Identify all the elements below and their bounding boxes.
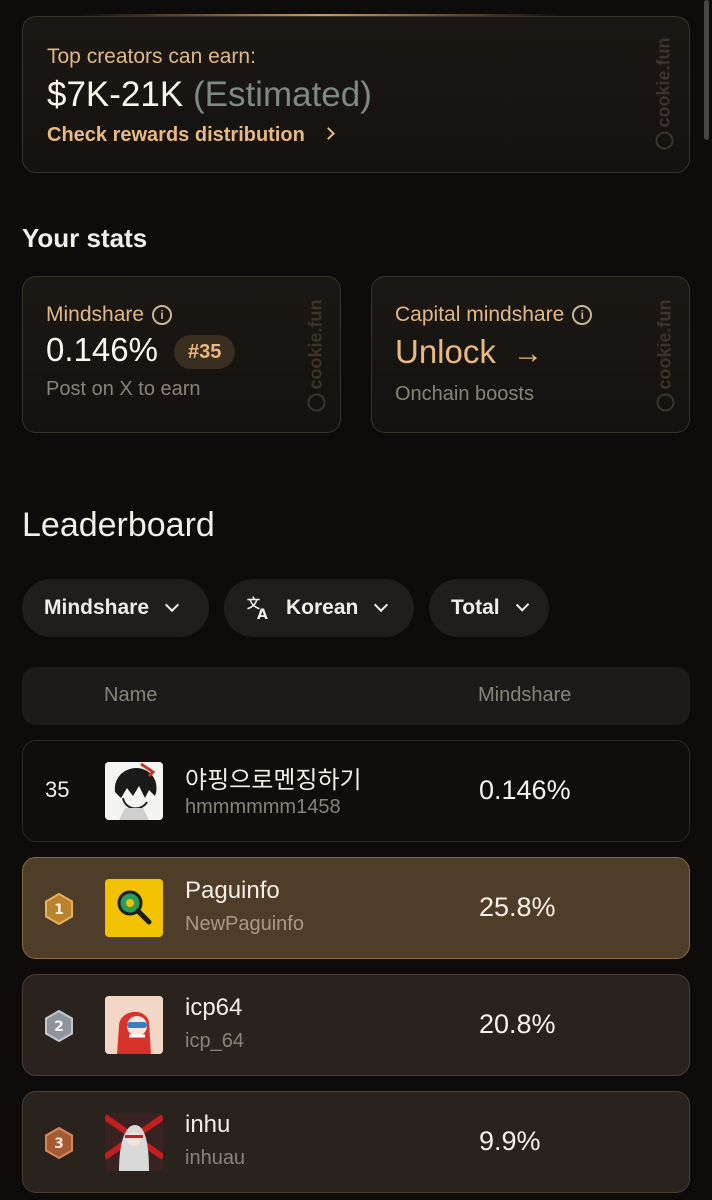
cookie-icon	[656, 393, 675, 412]
user-handle: icp_64	[185, 1030, 244, 1052]
capital-sub: Onchain boosts	[395, 383, 534, 405]
cookie-icon	[307, 393, 326, 412]
rank-badge: #35	[174, 335, 236, 369]
avatar[interactable]	[105, 879, 163, 937]
user-handle: hmmmmmm1458	[185, 796, 341, 818]
info-icon[interactable]: i	[572, 305, 593, 326]
magnifier-avatar-icon	[105, 879, 163, 937]
chevron-right-icon	[322, 127, 336, 141]
mindshare-value: 20.8%	[479, 1009, 556, 1039]
translate-icon: 文 A	[247, 596, 268, 621]
table-row[interactable]: 1 Paguinfo NewPaguinfo 25.8%	[22, 857, 690, 959]
table-row[interactable]: 2 icp64 icp_64 20.8%	[22, 974, 690, 1076]
stats-heading: Your stats	[22, 223, 148, 253]
rewards-link-label: Check rewards distribution	[47, 124, 305, 146]
rewards-amount-line: $7K-21K (Estimated)	[47, 75, 372, 115]
gold-medal-icon: 1	[45, 893, 73, 925]
metric-dropdown[interactable]: Mindshare	[22, 579, 209, 637]
watermark-text: cookie.fun	[654, 299, 675, 390]
column-mindshare[interactable]: Mindshare	[478, 684, 571, 707]
column-name[interactable]: Name	[104, 684, 157, 707]
capital-label-line: Capital mindshare i	[395, 303, 593, 327]
user-handle: NewPaguinfo	[185, 913, 304, 935]
table-row-current-user[interactable]: 35 야핑으로멘징하기 hmmmmmm1458 0.146%	[22, 740, 690, 842]
cookie-watermark: cookie.fun	[654, 299, 676, 412]
unlock-button[interactable]: Unlock →	[395, 333, 543, 371]
user-name: icp64	[185, 994, 243, 1021]
silver-medal-icon: 2	[45, 1010, 73, 1042]
cookie-icon	[655, 131, 674, 150]
mindshare-card: Mindshare i 0.146% #35 Post on X to earn …	[22, 276, 341, 433]
rank-number: 35	[45, 777, 70, 802]
rewards-distribution-link[interactable]: Check rewards distribution	[47, 124, 336, 147]
user-name: 야핑으로멘징하기	[185, 766, 362, 794]
mindshare-value: 0.146%	[46, 331, 158, 368]
rewards-label: Top creators can earn:	[47, 45, 256, 68]
user-handle: inhuau	[185, 1147, 246, 1169]
table-header: Name Mindshare	[22, 667, 690, 725]
cookie-watermark: cookie.fun	[653, 37, 675, 150]
rewards-estimated: (Estimated)	[192, 75, 372, 114]
user-name: inhu	[185, 1111, 231, 1138]
info-icon[interactable]: i	[152, 305, 173, 326]
chevron-down-icon	[374, 597, 389, 613]
scrollbar-thumb[interactable]	[704, 0, 709, 140]
anime-avatar-icon	[105, 1113, 163, 1171]
svg-text:2: 2	[54, 1019, 64, 1035]
mindshare-label-line: Mindshare i	[46, 303, 173, 327]
svg-text:3: 3	[54, 1136, 64, 1152]
language-dropdown[interactable]: 文 A Korean	[224, 579, 414, 637]
mindshare-value: 9.9%	[479, 1126, 541, 1156]
language-dropdown-label: Korean	[286, 596, 359, 619]
period-dropdown[interactable]: Total	[429, 579, 549, 637]
avatar[interactable]	[105, 762, 163, 820]
manga-avatar-icon	[105, 762, 163, 820]
table-row[interactable]: 3 inhu inhuau 9.9%	[22, 1091, 690, 1193]
cartoon-avatar-icon	[105, 996, 163, 1054]
capital-label: Capital mindshare	[395, 303, 565, 326]
period-dropdown-label: Total	[451, 596, 500, 619]
mindshare-label: Mindshare	[46, 303, 145, 326]
mindshare-value: 0.146%	[479, 775, 571, 805]
unlock-label: Unlock	[395, 333, 496, 370]
svg-text:1: 1	[54, 902, 64, 918]
watermark-text: cookie.fun	[305, 299, 326, 390]
rewards-card: Top creators can earn: $7K-21K (Estimate…	[22, 16, 690, 173]
mindshare-value: 25.8%	[479, 892, 556, 922]
leaderboard-heading: Leaderboard	[22, 506, 215, 544]
metric-dropdown-label: Mindshare	[44, 596, 150, 619]
bronze-medal-icon: 3	[45, 1127, 73, 1159]
avatar[interactable]	[105, 1113, 163, 1171]
cookie-watermark: cookie.fun	[305, 299, 327, 412]
capital-mindshare-card[interactable]: Capital mindshare i Unlock → Onchain boos…	[371, 276, 690, 433]
mindshare-sub: Post on X to earn	[46, 378, 201, 400]
rewards-amount: $7K-21K	[47, 75, 184, 114]
chevron-down-icon	[515, 598, 530, 612]
watermark-text: cookie.fun	[653, 37, 674, 128]
user-name: Paguinfo	[185, 877, 280, 904]
svg-text:A: A	[257, 607, 268, 621]
arrow-right-icon: →	[513, 337, 544, 370]
chevron-down-icon	[164, 597, 180, 613]
avatar[interactable]	[105, 996, 163, 1054]
